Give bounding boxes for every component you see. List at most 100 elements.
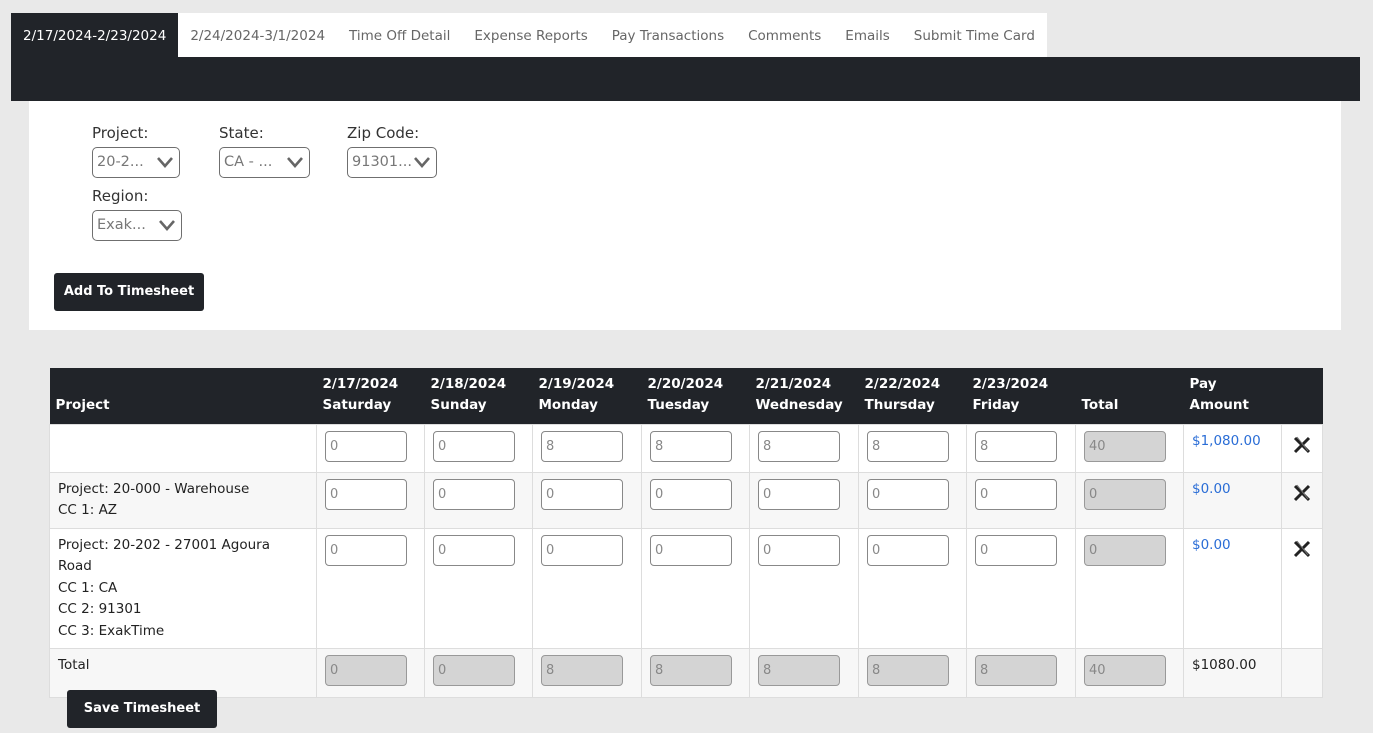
hours-cell: 0: [316, 423, 425, 473]
header-weekday: Monday: [538, 396, 598, 413]
hours-cell: 0: [858, 527, 967, 649]
header-day: 2/23/2024 Friday: [966, 368, 1076, 424]
project-field: Project: 20-2...: [92, 124, 180, 178]
save-timesheet-button[interactable]: Save Timesheet: [67, 690, 217, 728]
region-select-value: Exak...: [97, 217, 146, 233]
hours-input[interactable]: 8: [650, 430, 732, 462]
tab-time-off-detail[interactable]: Time Off Detail: [337, 13, 462, 57]
header-weekday: Sunday: [430, 396, 487, 413]
hours-input[interactable]: 0: [433, 430, 515, 462]
delete-icon[interactable]: [1292, 483, 1312, 503]
tab-emails[interactable]: Emails: [833, 13, 902, 57]
row-total-field: 0: [1084, 534, 1166, 566]
pay-amount-link[interactable]: $0.00: [1192, 481, 1231, 497]
header-actions: [1281, 368, 1323, 424]
row-total-field: 40: [1084, 430, 1166, 462]
hours-input[interactable]: 0: [867, 478, 949, 510]
hours-cell: 0: [424, 423, 533, 473]
hours-input[interactable]: 8: [867, 430, 949, 462]
day-total-field: 8: [541, 655, 623, 686]
project-line: CC 1: CA: [58, 579, 118, 596]
chevron-down-icon: [414, 157, 430, 168]
day-total-field: 8: [867, 655, 949, 686]
hours-input[interactable]: 0: [325, 478, 407, 510]
hours-input[interactable]: 0: [758, 534, 840, 566]
tab-week-1[interactable]: 2/17/2024-2/23/2024: [11, 13, 179, 57]
header-date: 2/19/2024: [538, 375, 615, 392]
state-label: State:: [219, 124, 264, 142]
day-total-cell: 8: [532, 648, 642, 698]
hours-input[interactable]: 0: [650, 478, 732, 510]
tab-expense-reports[interactable]: Expense Reports: [462, 13, 599, 57]
zip-field: Zip Code: 91301...: [347, 124, 437, 178]
header-weekday: Tuesday: [647, 396, 710, 413]
header-date: 2/22/2024: [864, 375, 941, 392]
header-day: 2/19/2024 Monday: [532, 368, 642, 424]
header-total: Total: [1075, 368, 1184, 424]
pay-cell: $0.00: [1183, 527, 1282, 649]
project-line: Project: 20-202 - 27001 Agoura Road: [58, 536, 270, 575]
day-total-field: 8: [975, 655, 1057, 686]
hours-input[interactable]: 0: [325, 534, 407, 566]
day-total-field: 8: [650, 655, 732, 686]
day-total-cell: 8: [966, 648, 1076, 698]
hours-input[interactable]: 0: [975, 478, 1057, 510]
hours-input[interactable]: 8: [541, 430, 623, 462]
header-weekday: Saturday: [322, 396, 392, 413]
hours-cell: 0: [532, 527, 642, 649]
grand-total-field: 40: [1084, 655, 1166, 686]
pay-cell: $0.00: [1183, 471, 1282, 529]
hours-cell: 0: [532, 471, 642, 529]
add-to-timesheet-button[interactable]: Add To Timesheet: [54, 273, 204, 311]
filter-panel: Project: 20-2... State: CA - ... Zip Cod…: [29, 101, 1341, 330]
region-select[interactable]: Exak...: [92, 210, 182, 241]
hours-input[interactable]: 8: [975, 430, 1057, 462]
hours-input[interactable]: 0: [325, 430, 407, 462]
pay-amount-link[interactable]: $1,080.00: [1192, 433, 1261, 449]
hours-input[interactable]: 0: [650, 534, 732, 566]
zip-select[interactable]: 91301...: [347, 147, 437, 178]
state-select[interactable]: CA - ...: [219, 147, 310, 178]
hours-input[interactable]: 0: [758, 478, 840, 510]
header-date: 2/21/2024: [755, 375, 832, 392]
header-day: 2/18/2024 Sunday: [424, 368, 533, 424]
hours-input[interactable]: 0: [433, 534, 515, 566]
delete-icon[interactable]: [1292, 435, 1312, 455]
hours-input[interactable]: 0: [541, 478, 623, 510]
action-cell: [1281, 471, 1323, 529]
header-date: 2/17/2024: [322, 375, 399, 392]
project-label: Project:: [92, 124, 149, 142]
day-total-cell: 8: [749, 648, 859, 698]
tab-bar: 2/17/2024-2/23/2024 2/24/2024-3/1/2024 T…: [11, 13, 1047, 57]
project-line: CC 1: AZ: [58, 502, 118, 518]
region-field: Region: Exak...: [92, 187, 182, 241]
timesheet-table: Project 2/17/2024 Saturday 2/18/2024 Sunda…: [49, 368, 1323, 698]
tab-pay-transactions[interactable]: Pay Transactions: [600, 13, 736, 57]
tab-week-2[interactable]: 2/24/2024-3/1/2024: [178, 13, 337, 57]
hours-input[interactable]: 0: [975, 534, 1057, 566]
action-cell: [1281, 527, 1323, 649]
project-cell: Project: 20-000 - Warehouse CC 1: AZ: [49, 471, 317, 529]
project-select[interactable]: 20-2...: [92, 147, 180, 178]
total-pay-cell: $1080.00: [1183, 648, 1282, 698]
day-total-cell: 0: [424, 648, 533, 698]
hours-cell: 8: [966, 423, 1076, 473]
project-cell: [49, 423, 317, 473]
delete-icon[interactable]: [1292, 539, 1312, 559]
header-day: 2/17/2024 Saturday: [316, 368, 425, 424]
project-line: CC 3: ExakTime: [58, 622, 165, 639]
hours-input[interactable]: 0: [867, 534, 949, 566]
hours-cell: 8: [641, 423, 750, 473]
hours-input[interactable]: 0: [541, 534, 623, 566]
action-cell: [1281, 423, 1323, 473]
tab-submit-time-card[interactable]: Submit Time Card: [902, 13, 1047, 57]
header-day: 2/21/2024 Wednesday: [749, 368, 859, 424]
state-select-value: CA - ...: [224, 154, 273, 170]
hours-input[interactable]: 8: [758, 430, 840, 462]
pay-amount-link[interactable]: $0.00: [1192, 537, 1231, 553]
project-line: CC 2: 91301: [58, 601, 142, 617]
hours-cell: 0: [424, 471, 533, 529]
header-weekday: Thursday: [864, 396, 935, 413]
hours-input[interactable]: 0: [433, 478, 515, 510]
tab-comments[interactable]: Comments: [736, 13, 833, 57]
